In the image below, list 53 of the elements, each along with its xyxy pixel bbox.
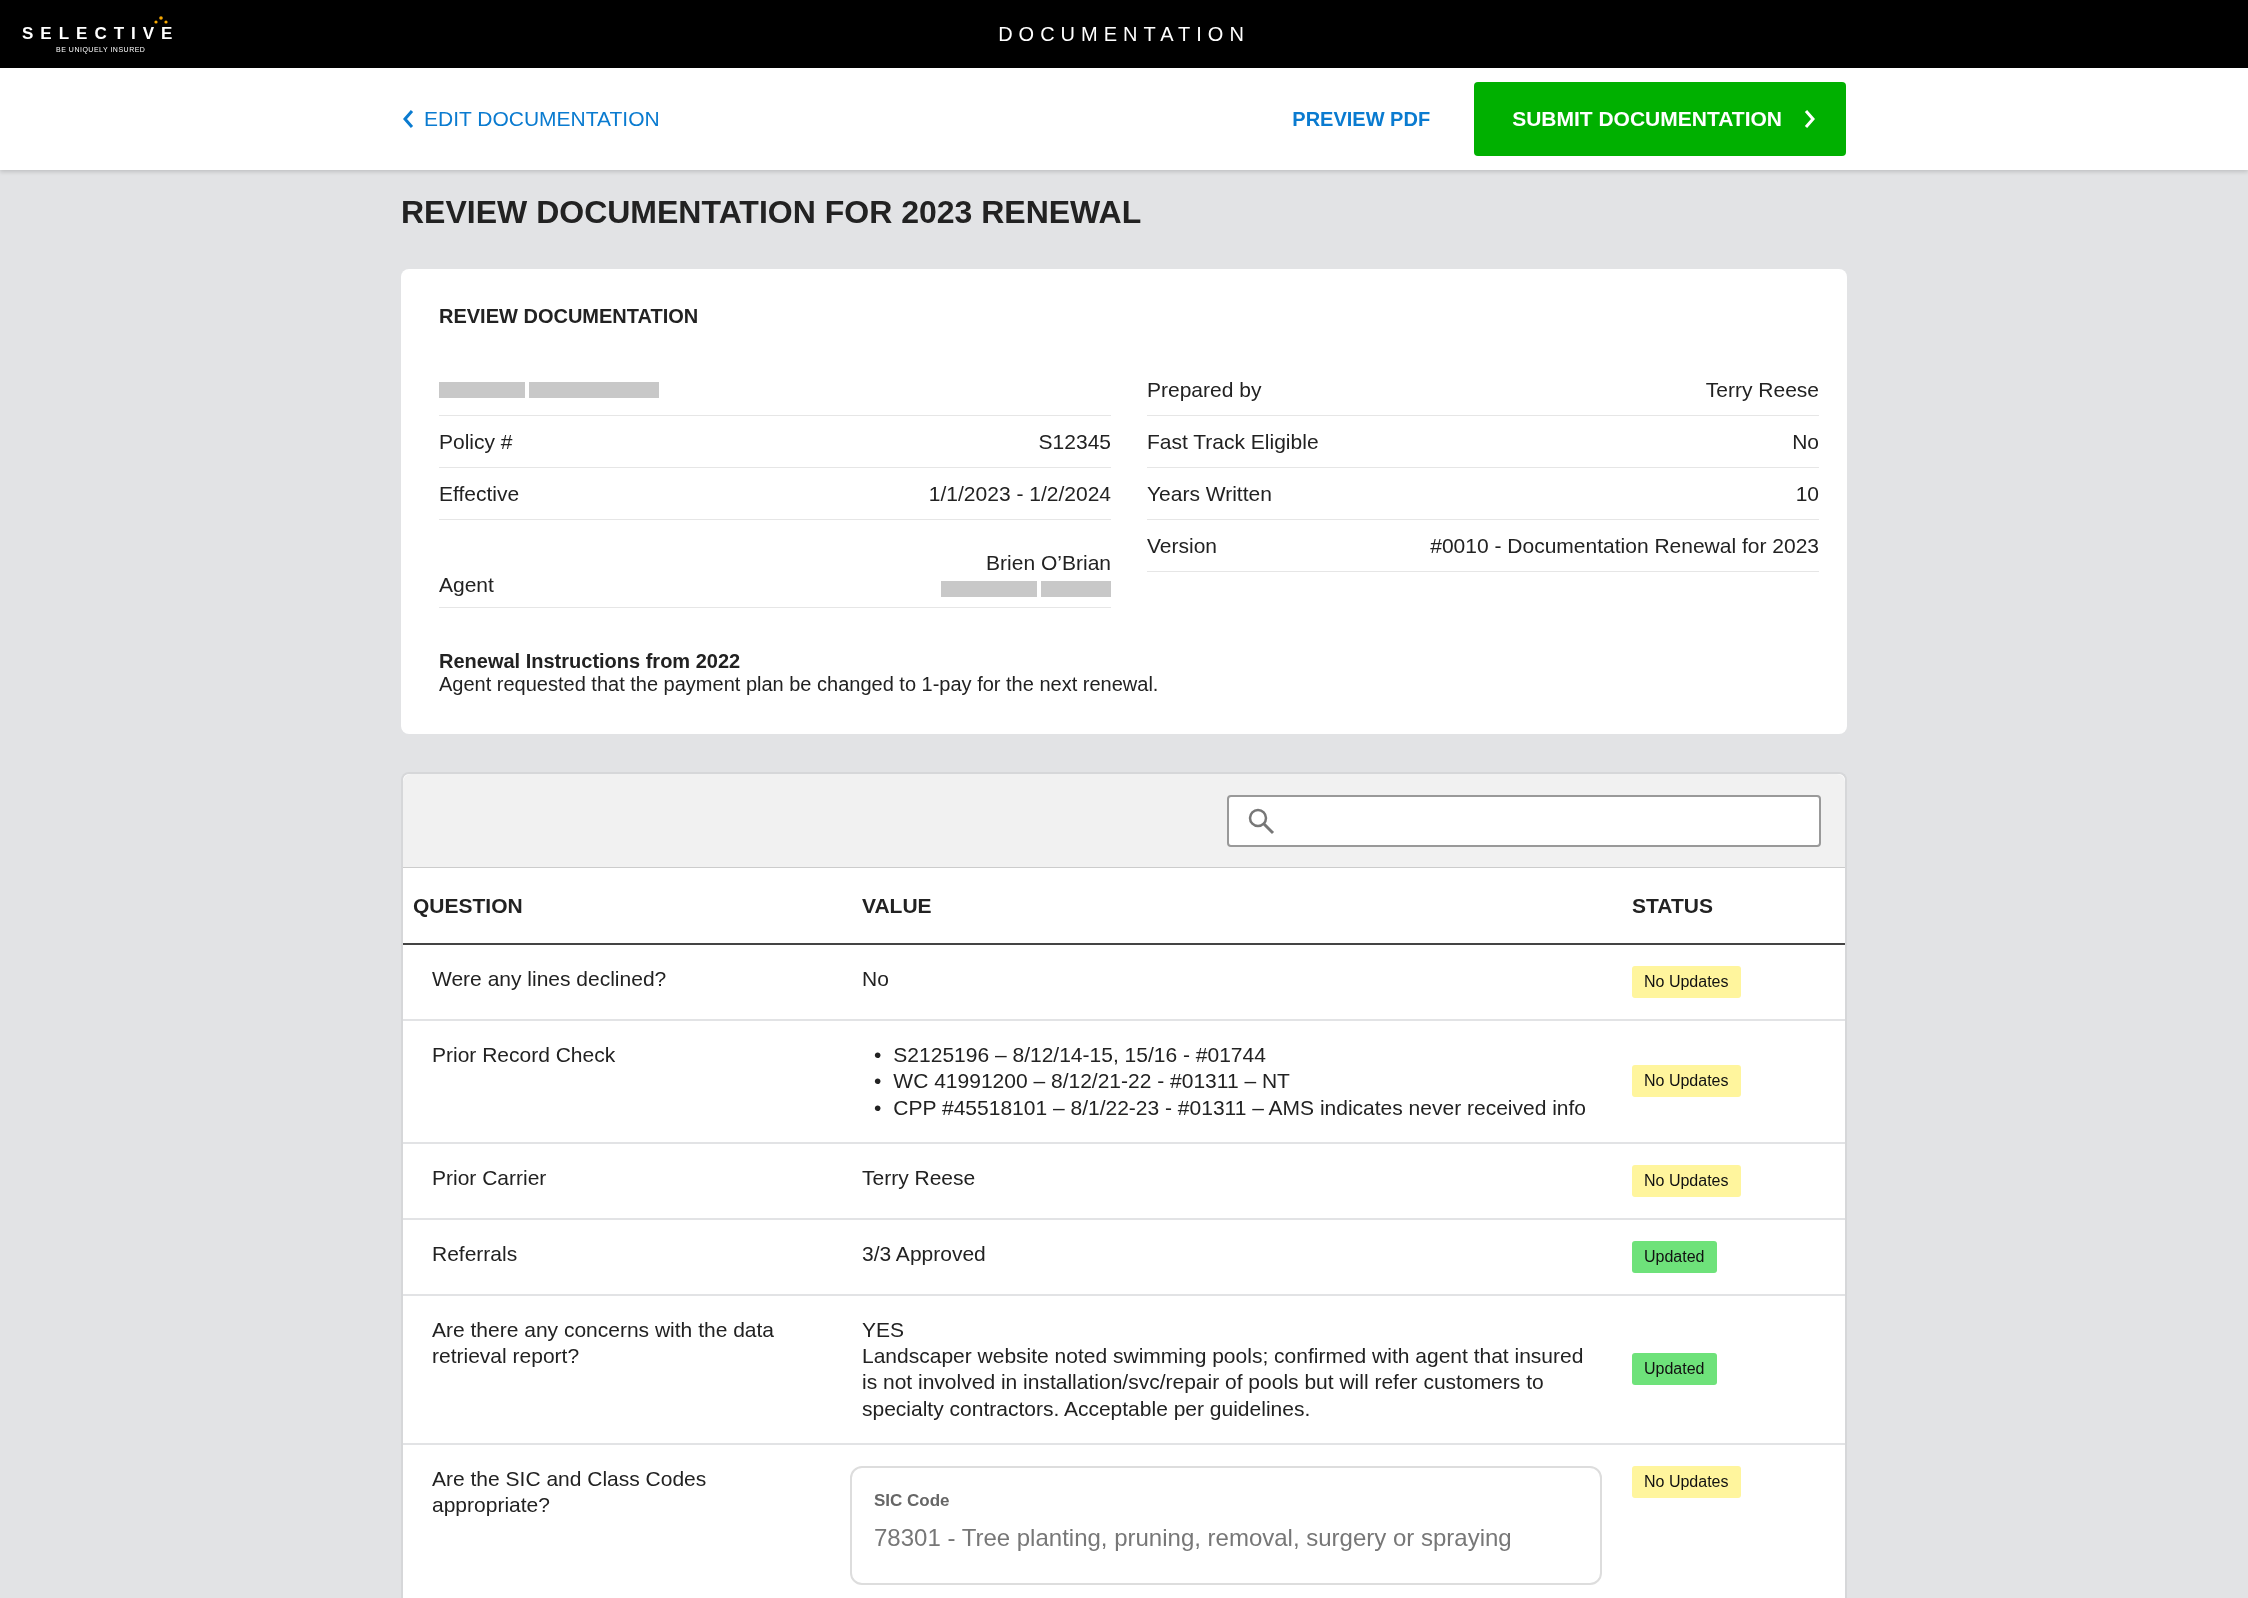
info-label: Version (1147, 533, 1218, 558)
card-title: REVIEW DOCUMENTATION (439, 305, 700, 328)
instructions-title: Renewal Instructions from 2022 (439, 650, 742, 673)
note-text: Landscaper website noted swimming pools; confirmed with agent that insured is not involved in installation/svc/repair of pools but will refer customers to specialty contractors. Acceptable per guidelines. (862, 1344, 1584, 1420)
question-text: Prior Record Check (432, 1043, 616, 1066)
chevron-left-icon (402, 109, 414, 129)
info-value: #0010 - Documentation Renewal for 2023 (1430, 533, 1819, 558)
app-title: DOCUMENTATION (998, 22, 1250, 46)
bullet: • (874, 1042, 882, 1068)
search-icon (1247, 806, 1275, 835)
value-text: Terry Reese (862, 1165, 976, 1189)
value-text: 3/3 Approved (862, 1241, 986, 1265)
answer-text: YES (862, 1316, 906, 1343)
status-tag: Updated (1632, 1353, 1717, 1386)
search-field[interactable] (1227, 794, 1821, 847)
info-value: Brien O’Brian (986, 551, 1111, 575)
status-tag: Updated (1632, 1240, 1717, 1273)
status-tag: No Updates (1632, 1465, 1741, 1498)
question-text: Referrals (432, 1241, 518, 1265)
preview-pdf-link[interactable]: PREVIEW PDF (1292, 107, 1431, 131)
question-text: Prior Carrier (432, 1165, 547, 1189)
chevron-right-icon (1804, 109, 1816, 129)
question-text: Are the SIC and Class Codes appropriate? (432, 1466, 707, 1516)
question-text: Were any lines declined? (432, 967, 667, 990)
edit-documentation-link[interactable]: EDIT DOCUMENTATION (402, 107, 660, 131)
info-value: 1/1/2023 - 1/2/2024 (928, 481, 1111, 506)
column-header: STATUS (1632, 868, 1845, 944)
info-label: Years Written (1147, 481, 1272, 506)
column-header: VALUE (862, 868, 1632, 944)
bullet: • (874, 1068, 882, 1095)
instructions-text: Agent requested that the payment plan be changed to 1-pay for the next renewal. (439, 673, 1159, 695)
info-label: Effective (439, 481, 520, 506)
value-text: No (862, 967, 889, 990)
column-header: QUESTION (403, 868, 862, 944)
status-tag: No Updates (1632, 966, 1741, 998)
record-item: WC 41991200 – 8/12/21-22 - #01311 – NT (893, 1068, 1290, 1095)
submit-button[interactable]: SUBMIT DOCUMENTATION (1474, 82, 1846, 156)
sic-code-field[interactable]: SIC Code 78301 - Tree planting, pruning, removal, surgery or spraying (850, 1465, 1602, 1585)
info-label: Prepared by (1147, 377, 1262, 402)
page-title: REVIEW DOCUMENTATION FOR 2023 RENEWAL (401, 194, 1143, 231)
question-text: Are there any concerns with the data retrieval report? (432, 1317, 775, 1367)
info-value: 10 (1795, 481, 1819, 506)
info-label: Policy # (439, 429, 513, 454)
status-tag: No Updates (1632, 1065, 1741, 1098)
record-item: S2125196 – 8/12/14-15, 15/16 - #01744 (893, 1042, 1266, 1068)
info-value: S12345 (1038, 429, 1111, 454)
status-tag: No Updates (1632, 1164, 1741, 1197)
info-label: Fast Track Eligible (1147, 429, 1319, 454)
record-item: CPP #45518101 – 8/1/22-23 - #01311 – AMS indicates never received info (893, 1094, 1587, 1121)
info-label: Agent (439, 573, 494, 597)
bullet: • (874, 1094, 882, 1121)
info-value: No (1792, 429, 1819, 454)
info-value: Terry Reese (1705, 377, 1819, 402)
